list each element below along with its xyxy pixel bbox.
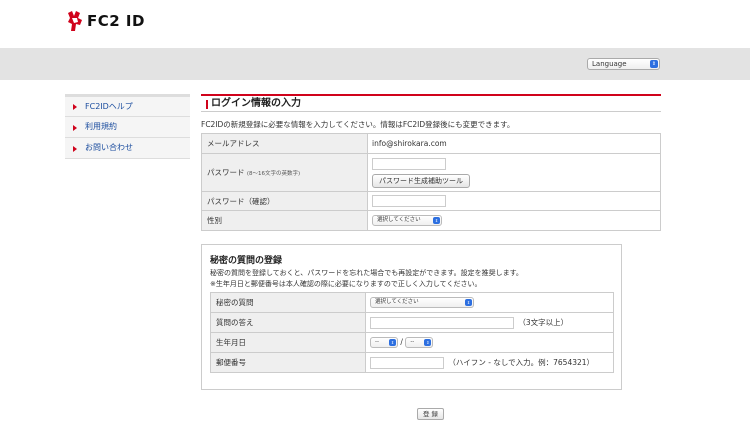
sidebar-item-label: 利用規約 bbox=[85, 122, 117, 131]
title-bar-marker bbox=[206, 100, 208, 109]
secret-desc-2: ※生年月日と郵便番号は本人確認の際に必要になりますので正しく入力してください。 bbox=[210, 280, 482, 288]
email-label: メールアドレス bbox=[201, 133, 368, 154]
language-select[interactable]: Language ⇕ bbox=[587, 58, 660, 70]
gender-label: 性別 bbox=[201, 210, 368, 231]
fc2-logo[interactable]: FC2 ID bbox=[66, 10, 145, 32]
gender-select[interactable]: 選択してください ⇕ bbox=[372, 215, 442, 226]
zip-field[interactable] bbox=[370, 356, 444, 369]
select-arrow-icon: ⇕ bbox=[433, 217, 440, 224]
secret-desc-1: 秘密の質問を登録しておくと、パスワードを忘れた場合でも再設定ができます。設定を推… bbox=[210, 269, 523, 277]
select-arrow-icon: ⇕ bbox=[465, 299, 472, 306]
language-select-label: Language bbox=[592, 60, 627, 68]
answer-field[interactable] bbox=[370, 316, 514, 329]
triangle-icon bbox=[73, 104, 77, 110]
secret-question-section: 秘密の質問の登録 秘密の質問を登録しておくと、パスワードを忘れた場合でも再設定が… bbox=[201, 244, 622, 390]
gender-select-text: 選択してください bbox=[377, 217, 421, 223]
birth-month-select[interactable]: -- ⇕ bbox=[370, 337, 398, 348]
password-cell: パスワード生成補助ツール bbox=[367, 153, 661, 192]
section-title-text: ログイン情報の入力 bbox=[211, 98, 301, 109]
question-select-text: 選択してください bbox=[375, 299, 419, 305]
fc2-rabbit-logo-icon bbox=[68, 11, 82, 31]
triangle-icon bbox=[73, 146, 77, 152]
question-cell: 選択してください ⇕ bbox=[365, 292, 614, 313]
gender-cell: 選択してください ⇕ bbox=[367, 210, 661, 231]
login-form-table: メールアドレス info@shirokara.com パスワード (8～16文字… bbox=[201, 133, 661, 231]
birth-day-select[interactable]: -- ⇕ bbox=[405, 337, 434, 348]
password-confirm-label: パスワード（確認） bbox=[201, 191, 368, 211]
zip-cell: （ハイフン - なしで入力。例：7654321） bbox=[365, 352, 614, 373]
sidebar-item-label: お問い合わせ bbox=[85, 143, 133, 152]
birth-month-text: -- bbox=[375, 339, 379, 345]
password-confirm-field[interactable] bbox=[372, 195, 446, 207]
triangle-icon bbox=[73, 125, 77, 131]
password-tool-button[interactable]: パスワード生成補助ツール bbox=[372, 174, 470, 188]
select-arrow-icon: ⇕ bbox=[650, 60, 658, 68]
zip-label: 郵便番号 bbox=[210, 352, 366, 373]
birth-separator: / bbox=[400, 337, 403, 347]
intro-text: FC2IDの新規登録に必要な情報を入力してください。情報はFC2ID登録後にも変… bbox=[201, 120, 515, 129]
select-arrow-icon: ⇕ bbox=[389, 339, 396, 346]
answer-hint: （3文字以上） bbox=[518, 317, 569, 327]
section-title: ログイン情報の入力 bbox=[201, 94, 661, 112]
sidebar-item-contact[interactable]: お問い合わせ bbox=[65, 138, 190, 159]
sidebar-item-terms[interactable]: 利用規約 bbox=[65, 117, 190, 138]
password-label: パスワード bbox=[207, 168, 245, 177]
register-button[interactable]: 登 録 bbox=[417, 408, 444, 420]
password-confirm-cell bbox=[367, 191, 661, 211]
select-arrow-icon: ⇕ bbox=[424, 339, 432, 346]
answer-label: 質問の答え bbox=[210, 312, 366, 333]
login-section: ログイン情報の入力 FC2IDの新規登録に必要な情報を入力してください。情報はF… bbox=[201, 94, 661, 231]
birth-day-text: -- bbox=[410, 339, 415, 345]
email-field[interactable]: info@shirokara.com bbox=[367, 133, 661, 154]
birth-cell: -- ⇕ / -- ⇕ bbox=[365, 332, 614, 353]
sidebar: FC2IDヘルプ 利用規約 お問い合わせ bbox=[65, 94, 190, 159]
sidebar-item-label: FC2IDヘルプ bbox=[85, 102, 133, 111]
answer-cell: （3文字以上） bbox=[365, 312, 614, 333]
password-note: (8～16文字の英数字) bbox=[246, 171, 301, 177]
secret-section-title: 秘密の質問の登録 bbox=[210, 256, 283, 266]
question-select[interactable]: 選択してください ⇕ bbox=[370, 297, 474, 308]
password-field[interactable] bbox=[372, 158, 446, 170]
birth-label: 生年月日 bbox=[210, 332, 366, 353]
sidebar-item-help[interactable]: FC2IDヘルプ bbox=[65, 94, 190, 117]
logo-text: FC2 ID bbox=[87, 12, 145, 30]
password-label-cell: パスワード (8～16文字の英数字) bbox=[201, 153, 368, 192]
question-label: 秘密の質問 bbox=[210, 292, 366, 313]
header: FC2 ID bbox=[0, 0, 750, 48]
zip-hint: （ハイフン - なしで入力。例：7654321） bbox=[448, 357, 595, 367]
secret-form-table: 秘密の質問 選択してください ⇕ 質問の答え （3文字以上） 生年月日 -- ⇕ bbox=[210, 292, 614, 373]
